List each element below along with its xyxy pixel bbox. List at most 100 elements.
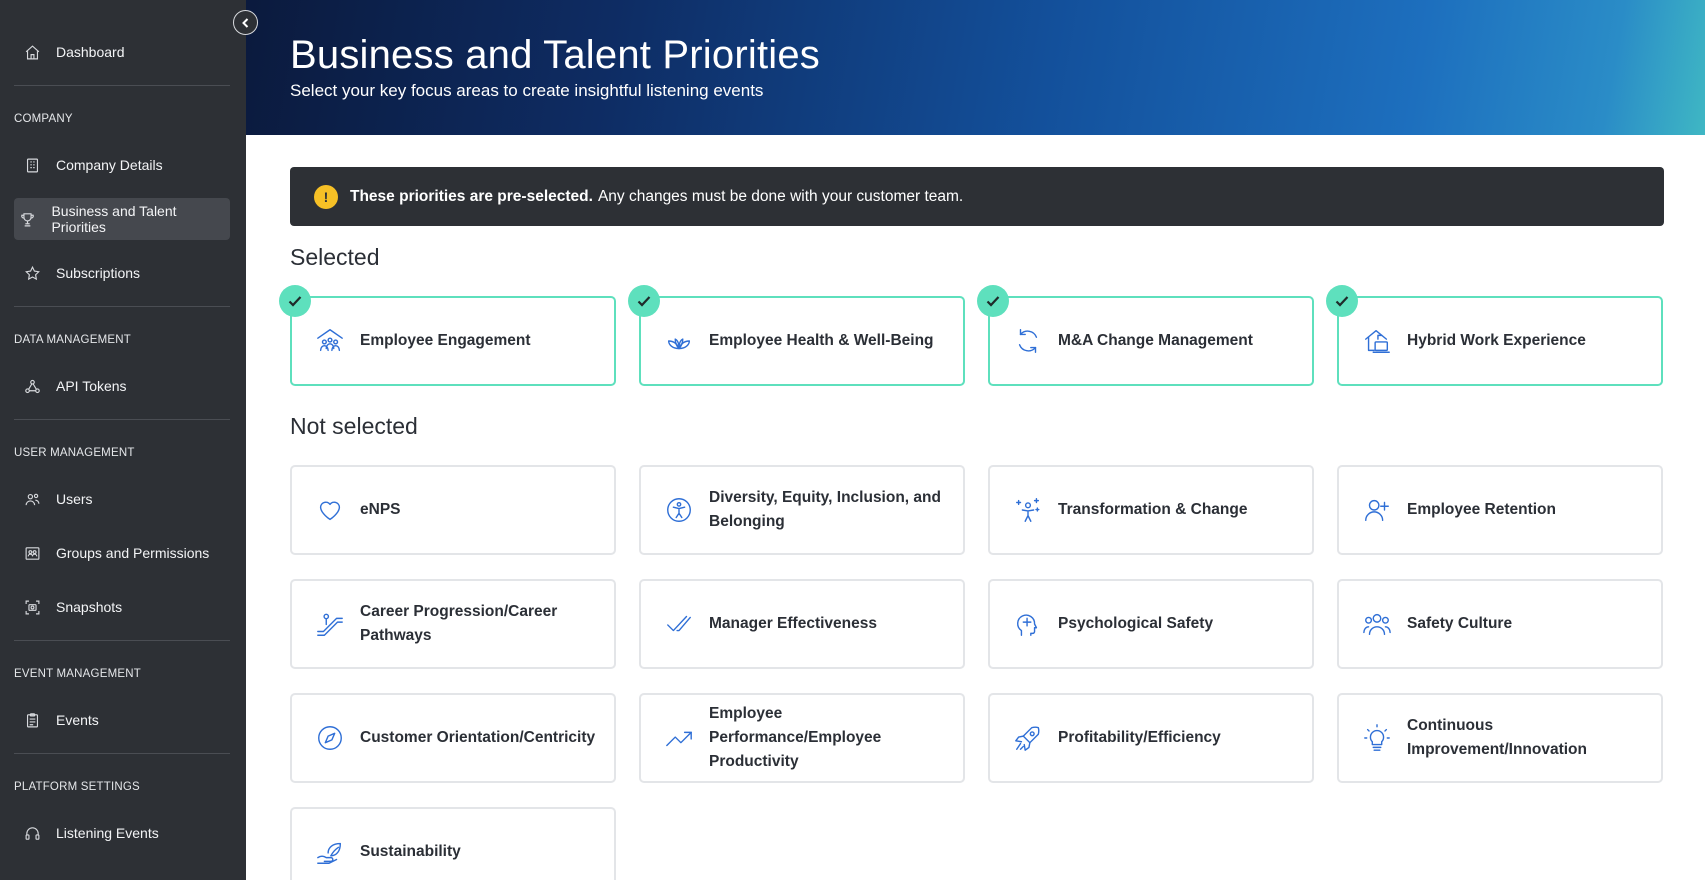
selected-heading: Selected: [290, 244, 380, 270]
page-header: Business and Talent Priorities Select yo…: [246, 0, 1705, 135]
sidebar-item-listening-events[interactable]: Listening Events: [14, 812, 230, 854]
sidebar-item-label: Users: [56, 491, 93, 507]
sidebar-item-label: Groups and Permissions: [56, 545, 210, 561]
lightbulb-icon: [1361, 722, 1393, 754]
headphones-icon: [22, 823, 42, 843]
priority-card[interactable]: Employee Retention: [1337, 465, 1663, 555]
priority-card-label: Employee Engagement: [360, 332, 531, 349]
priority-card[interactable]: Profitability/Efficiency: [988, 693, 1314, 783]
head-plus-icon: [1012, 608, 1044, 640]
sidebar-item-snapshots[interactable]: Snapshots: [14, 586, 230, 628]
info-alert: ! These priorities are pre-selected. Any…: [290, 167, 1664, 226]
priority-card[interactable]: Transformation & Change: [988, 465, 1314, 555]
priority-card[interactable]: Employee Engagement: [279, 285, 616, 386]
priority-card-label: Employee Retention: [1407, 501, 1556, 518]
sidebar-item-users[interactable]: Users: [14, 478, 230, 520]
clipboard-icon: [22, 710, 42, 730]
priority-card[interactable]: Continuous Improvement/Innovation: [1337, 693, 1663, 783]
check-icon: [628, 285, 660, 317]
priority-card-label: Sustainability: [360, 843, 461, 860]
priority-card-label: Diversity, Equity, Inclusion, and Belong…: [709, 489, 941, 530]
refresh-icon: [1012, 325, 1044, 357]
priority-card-label: Profitability/Efficiency: [1058, 729, 1221, 746]
priority-card[interactable]: Sustainability: [290, 807, 616, 880]
star-icon: [22, 263, 42, 283]
priority-card[interactable]: Customer Orientation/Centricity: [290, 693, 616, 783]
priority-card[interactable]: Psychological Safety: [988, 579, 1314, 669]
sidebar-item-label: API Tokens: [56, 378, 127, 394]
groups-icon: [22, 543, 42, 563]
priority-card-label: Employee Performance/Employee Productivi…: [709, 705, 882, 770]
priority-card-label: Customer Orientation/Centricity: [360, 729, 596, 746]
priority-card[interactable]: M&A Change Management: [977, 285, 1314, 386]
users-icon: [22, 489, 42, 509]
divider: [14, 419, 230, 420]
divider: [14, 640, 230, 641]
sidebar-item-label: Listening Events: [56, 825, 159, 841]
check-icon: [1326, 285, 1358, 317]
priority-card-label: Safety Culture: [1407, 615, 1513, 632]
sidebar-item-subscriptions[interactable]: Subscriptions: [14, 252, 230, 294]
page-subtitle: Select your key focus areas to create in…: [290, 81, 764, 100]
home-icon: [22, 42, 42, 62]
alert-text: Any changes must be done with your custo…: [597, 187, 964, 205]
sidebar-item-business-priorities[interactable]: Business and Talent Priorities: [14, 198, 230, 240]
sparkle-person-icon: [1012, 494, 1044, 526]
collapse-sidebar-button[interactable]: [233, 10, 258, 35]
priority-card[interactable]: Diversity, Equity, Inclusion, and Belong…: [639, 465, 965, 555]
trend-up-icon: [663, 722, 695, 754]
priority-card-label: Transformation & Change: [1058, 501, 1248, 518]
section-platform-settings: PLATFORM SETTINGS: [14, 781, 140, 793]
sidebar-item-label: Events: [56, 712, 99, 728]
heart-icon: [314, 494, 346, 526]
section-data-management: DATA MANAGEMENT: [14, 334, 131, 346]
double-check-icon: [663, 608, 695, 640]
engagement-icon: [314, 325, 346, 357]
divider: [14, 306, 230, 307]
priority-card-label: eNPS: [360, 501, 401, 518]
sidebar-item-label: Snapshots: [56, 599, 123, 615]
sidebar-item-dashboard[interactable]: Dashboard: [14, 31, 230, 73]
priority-card-label: Manager Effectiveness: [709, 615, 877, 632]
priority-card-label: Hybrid Work Experience: [1407, 332, 1586, 349]
sidebar-item-label: Subscriptions: [56, 265, 141, 281]
leaf-hand-icon: [314, 836, 346, 868]
section-user-management: USER MANAGEMENT: [14, 447, 135, 459]
home-work-icon: [1361, 325, 1393, 357]
alert-bold-text: These priorities are pre-selected.: [350, 187, 593, 205]
priority-card[interactable]: Safety Culture: [1337, 579, 1663, 669]
priority-card-label: Continuous Improvement/Innovation: [1407, 717, 1587, 758]
divider: [14, 85, 230, 86]
trophy-icon: [18, 209, 37, 229]
accessibility-icon: [663, 494, 695, 526]
priority-card[interactable]: Hybrid Work Experience: [1326, 285, 1663, 386]
rocket-icon: [1012, 722, 1044, 754]
priority-card[interactable]: eNPS: [290, 465, 616, 555]
check-icon: [977, 285, 1009, 317]
sidebar-item-label: Company Details: [56, 157, 163, 173]
sidebar-item-label: Business and Talent Priorities: [51, 203, 177, 235]
sidebar-item-company-details[interactable]: Company Details: [14, 144, 230, 186]
priority-card[interactable]: Career Progression/Career Pathways: [290, 579, 616, 669]
section-company: COMPANY: [14, 113, 73, 125]
webhook-icon: [22, 376, 42, 396]
compass-icon: [314, 722, 346, 754]
check-icon: [279, 285, 311, 317]
priority-card[interactable]: Employee Health & Well-Being: [628, 285, 965, 386]
priority-card[interactable]: Manager Effectiveness: [639, 579, 965, 669]
section-event-management: EVENT MANAGEMENT: [14, 668, 141, 680]
priority-card[interactable]: Employee Performance/Employee Productivi…: [639, 693, 965, 783]
not-selected-heading: Not selected: [290, 413, 418, 439]
building-icon: [22, 155, 42, 175]
priority-card-label: Psychological Safety: [1058, 615, 1214, 632]
priority-card-label: Career Progression/Career Pathways: [360, 603, 558, 644]
sidebar-item-events[interactable]: Events: [14, 699, 230, 741]
chevron-left-icon: [240, 17, 252, 29]
camera-icon: [22, 597, 42, 617]
priority-card-label: Employee Health & Well-Being: [709, 332, 934, 349]
page-title: Business and Talent Priorities: [290, 33, 820, 77]
sidebar-item-groups[interactable]: Groups and Permissions: [14, 532, 230, 574]
sidebar-item-api-tokens[interactable]: API Tokens: [14, 365, 230, 407]
warning-icon: !: [314, 184, 338, 209]
sidebar-item-label: Dashboard: [56, 44, 125, 60]
